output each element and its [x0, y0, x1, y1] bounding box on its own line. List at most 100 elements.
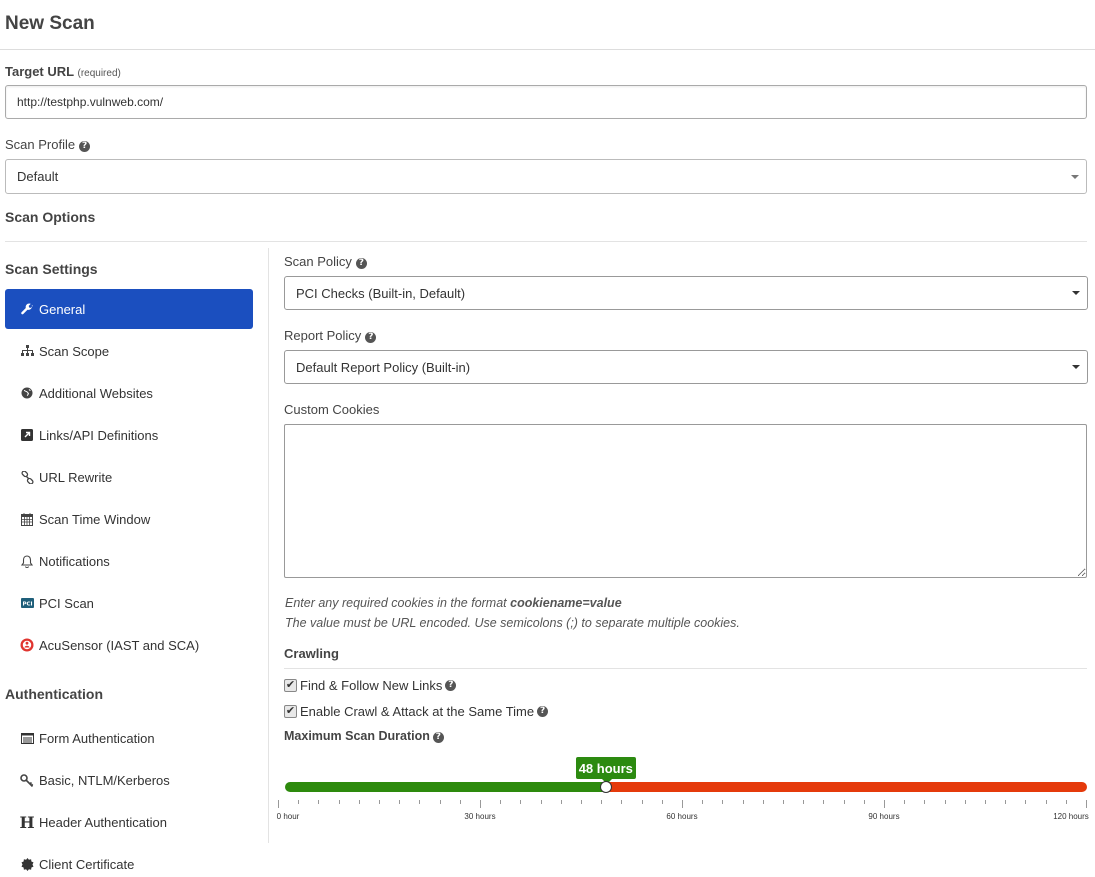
sidebar-item-label: Additional Websites [39, 385, 153, 401]
minor-tick [520, 800, 522, 804]
minor-tick [985, 800, 986, 804]
sidebar-item-header-authentication[interactable]: H Header Authentication [5, 802, 253, 842]
slider-value-tooltip: 48 hours [575, 757, 636, 784]
minor-tick [298, 800, 300, 804]
bell-icon [20, 554, 34, 568]
scan-policy-label: Scan Policy? [284, 254, 367, 269]
sidebar-item-label: Scan Scope [39, 343, 110, 359]
slider-handle[interactable] [599, 781, 612, 793]
sidebar-item-label: Basic, NTLM/Kerberos [39, 772, 170, 788]
sitemap-icon [20, 344, 34, 358]
minor-tick [439, 800, 441, 804]
sidebar-item-links-api[interactable]: Links/API Definitions [5, 415, 253, 455]
sidebar-item-label: Client Certificate [39, 856, 135, 872]
page-title: New Scan [5, 13, 95, 34]
sidebar-item-client-certificate[interactable]: Client Certificate [5, 844, 253, 877]
sidebar-item-form-authentication[interactable]: Form Authentication [5, 718, 253, 758]
key-icon [20, 773, 34, 787]
chevron-down-icon [1071, 174, 1079, 179]
major-tick [682, 800, 683, 808]
max-scan-duration-label: Maximum Scan Duration? [284, 729, 444, 743]
find-follow-links-checkbox[interactable]: ✔ [284, 679, 297, 692]
minor-tick [783, 800, 784, 804]
report-policy-select[interactable]: Default Report Policy (Built-in) [284, 350, 1088, 384]
target-url-value: http://testphp.vulnweb.com/ [17, 95, 164, 109]
sidebar-item-scan-scope[interactable]: Scan Scope [5, 331, 253, 371]
minor-tick [702, 800, 704, 804]
crawl-attack-label: Enable Crawl & Attack at the Same Time [300, 704, 535, 719]
custom-cookies-label: Custom Cookies [284, 402, 380, 417]
globe-icon [20, 386, 34, 400]
slider-track-remaining[interactable] [605, 782, 1087, 792]
sidebar-item-label: AcuSensor (IAST and SCA) [39, 637, 200, 653]
find-follow-links-label: Find & Follow New Links [300, 678, 443, 693]
sidebar-item-general[interactable]: General [5, 289, 253, 329]
header-h-icon: H [19, 812, 35, 832]
scan-profile-select[interactable]: Default [5, 159, 1087, 194]
tick-label: 60 hours [666, 812, 698, 821]
sidebar-item-url-rewrite[interactable]: URL Rewrite [5, 457, 253, 497]
tick-label: 0 hour [276, 812, 300, 821]
scan-options-title: Scan Options [5, 209, 96, 225]
help-icon[interactable]: ? [355, 258, 367, 269]
minor-tick [500, 800, 502, 804]
major-tick [278, 800, 279, 808]
minor-tick [1065, 800, 1067, 804]
title-divider [0, 49, 1095, 50]
sidebar-divider [268, 248, 269, 843]
help-icon[interactable]: ? [79, 141, 91, 152]
scan-profile-label: Scan Profile? [5, 137, 91, 152]
minor-tick [964, 800, 966, 804]
sidebar-item-label: General [39, 301, 86, 317]
minor-tick [338, 800, 340, 804]
report-policy-label: Report Policy? [284, 328, 377, 343]
crawl-attack-option[interactable]: ✔ Enable Crawl & Attack at the Same Time… [284, 704, 549, 719]
find-follow-links-option[interactable]: ✔ Find & Follow New Links ? [284, 678, 457, 693]
minor-tick [722, 800, 724, 804]
scan-profile-value: Default [17, 169, 59, 184]
authentication-title: Authentication [5, 686, 103, 702]
sidebar-item-label: PCI Scan [39, 595, 94, 611]
sidebar-item-label: URL Rewrite [39, 469, 113, 485]
cookies-format-example: cookiename=value [510, 596, 622, 610]
minor-tick [459, 800, 461, 804]
sidebar-item-notifications[interactable]: Notifications [5, 541, 253, 581]
calendar-icon [20, 512, 34, 526]
minor-tick [904, 800, 906, 804]
sidebar-item-additional-websites[interactable]: Additional Websites [5, 373, 253, 413]
target-url-input[interactable]: http://testphp.vulnweb.com/ [5, 85, 1087, 119]
scan-policy-select[interactable]: PCI Checks (Built-in, Default) [284, 276, 1088, 310]
help-icon[interactable]: ? [537, 706, 549, 717]
sidebar-item-basic-ntlm[interactable]: Basic, NTLM/Kerberos [5, 760, 253, 800]
custom-cookies-textarea[interactable] [284, 424, 1087, 578]
sidebar-item-pci-scan[interactable]: PCI PCI Scan [5, 583, 253, 623]
minor-tick [560, 800, 562, 804]
cookies-hint-format: Enter any required cookies in the format… [285, 596, 622, 610]
help-icon[interactable]: ? [365, 332, 377, 343]
minor-tick [601, 800, 603, 804]
certificate-icon [20, 857, 34, 871]
minor-tick [762, 800, 764, 804]
minor-tick [540, 800, 542, 804]
sidebar-item-scan-time-window[interactable]: Scan Time Window [5, 499, 253, 539]
tick-label: 30 hours [464, 812, 496, 821]
minor-tick [843, 800, 845, 804]
sidebar-item-acusensor[interactable]: AcuSensor (IAST and SCA) [5, 625, 253, 665]
minor-tick [1045, 800, 1047, 804]
help-icon[interactable]: ? [432, 732, 444, 743]
minor-tick [419, 800, 421, 804]
slider-track-filled[interactable] [285, 782, 606, 792]
scan-options-divider [5, 241, 1087, 242]
crawl-attack-checkbox[interactable]: ✔ [284, 705, 297, 718]
minor-tick [1005, 800, 1007, 804]
minor-tick [823, 800, 825, 804]
minor-tick [661, 800, 663, 804]
minor-tick [641, 800, 643, 804]
report-policy-value: Default Report Policy (Built-in) [296, 359, 471, 375]
pci-icon: PCI [20, 596, 34, 610]
help-icon[interactable]: ? [445, 680, 457, 691]
chevron-down-icon [1072, 365, 1080, 369]
target-url-label: Target URL (required) [5, 64, 121, 79]
minor-tick [924, 800, 926, 804]
tick-label: 90 hours [868, 812, 900, 821]
